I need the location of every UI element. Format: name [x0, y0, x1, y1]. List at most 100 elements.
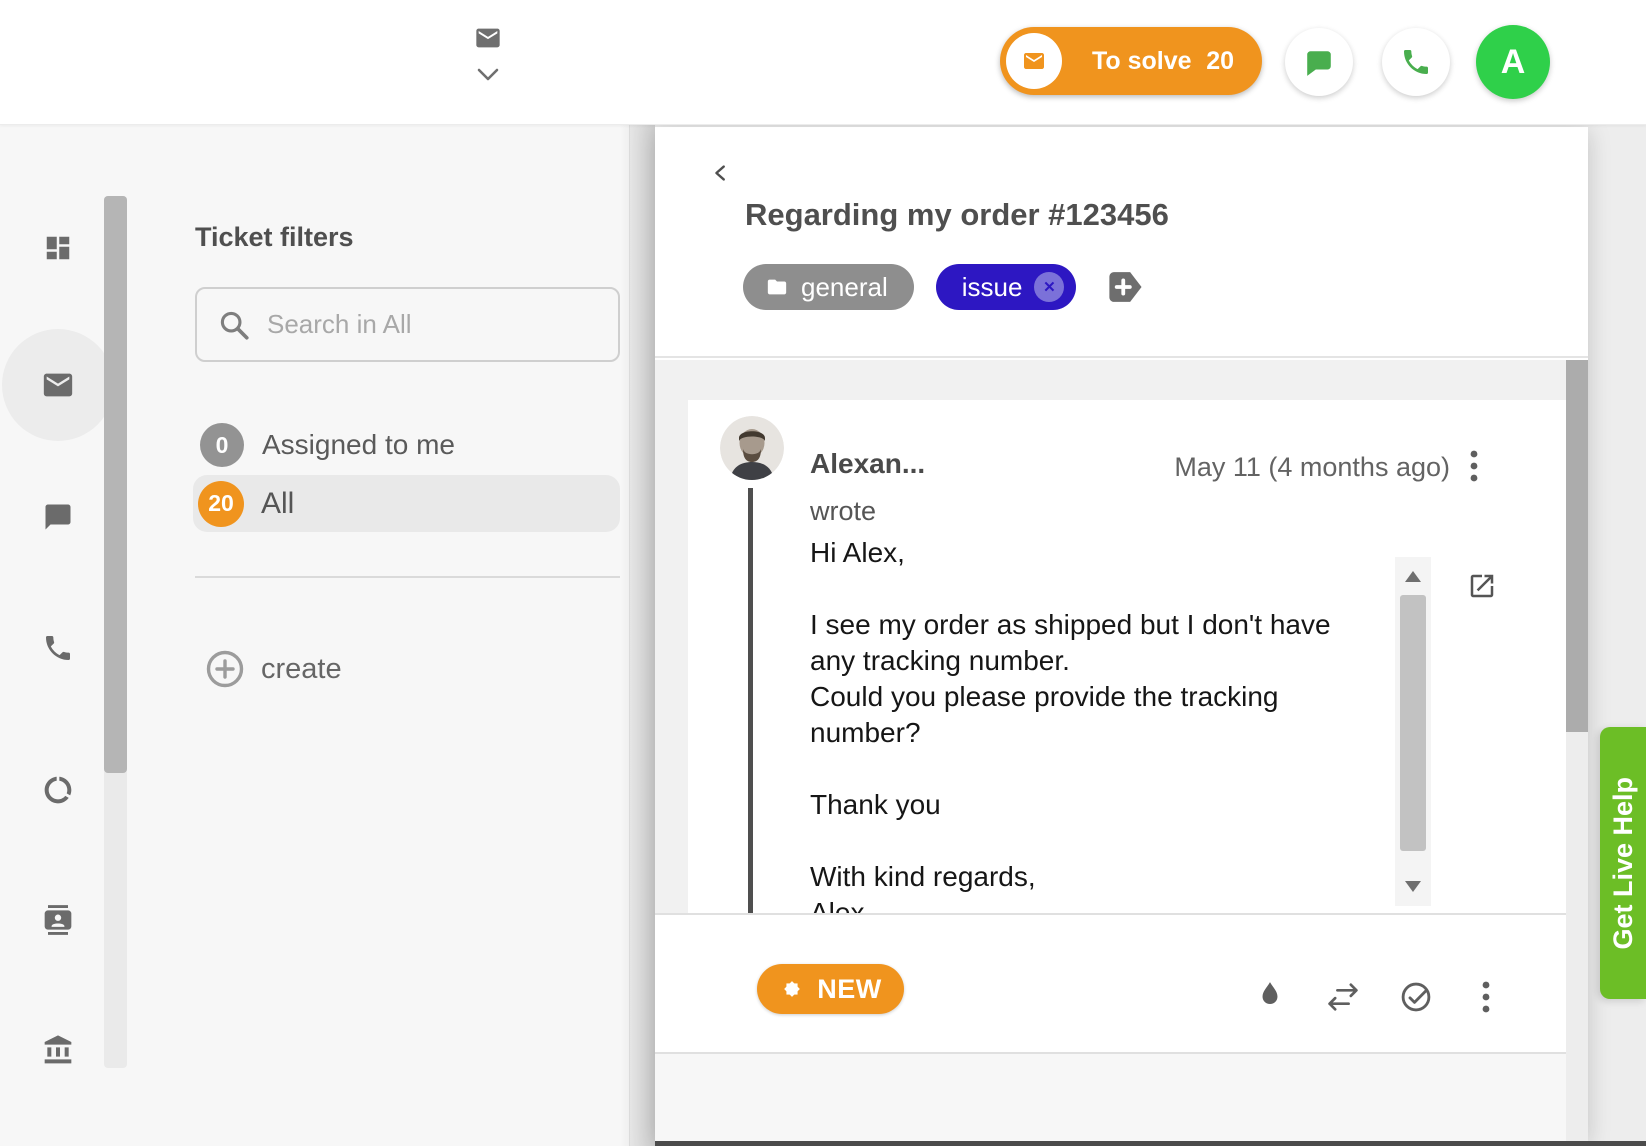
left-panel-scrollbar-thumb[interactable]	[104, 196, 127, 773]
filter-all[interactable]: 20 All	[193, 475, 620, 532]
message-list-area: Alexan... May 11 (4 months ago) wrote Hi…	[655, 360, 1588, 913]
left-panel-scrollbar[interactable]	[104, 196, 127, 1068]
department-tag-label: general	[801, 272, 888, 303]
assigned-count-badge: 0	[200, 423, 244, 467]
to-solve-button[interactable]: To solve 20	[1000, 27, 1262, 95]
search-box	[195, 287, 620, 362]
calls-button[interactable]	[1382, 28, 1450, 96]
tags-row: general issue	[743, 263, 1144, 311]
more-actions-button[interactable]	[1460, 971, 1512, 1023]
sidebar-item-chats[interactable]	[22, 481, 94, 553]
check-circle-icon	[1398, 979, 1434, 1015]
body-line	[810, 751, 1390, 787]
status-seal-icon	[779, 976, 805, 1002]
agent-initial: A	[1501, 43, 1526, 82]
ticket-action-bar: NEW	[655, 913, 1588, 1054]
sidebar-item-dashboard[interactable]	[22, 212, 94, 284]
ticket-scrollbar[interactable]	[1566, 360, 1588, 1141]
sidebar-item-tickets[interactable]	[22, 349, 94, 421]
create-filter-button[interactable]: create	[205, 645, 425, 693]
get-live-help-ribbon[interactable]: Get Live Help	[1600, 727, 1646, 999]
to-solve-label: To solve	[1092, 47, 1192, 76]
phone-icon	[1400, 46, 1432, 78]
chats-button[interactable]	[1285, 28, 1353, 96]
priority-button[interactable]	[1244, 971, 1296, 1023]
left-panel-background	[0, 125, 630, 1146]
message-author: Alexan...	[810, 448, 925, 480]
create-label: create	[261, 653, 342, 686]
to-solve-mail-badge	[1006, 33, 1062, 89]
body-line: Alex	[810, 895, 1390, 913]
to-solve-count: 20	[1206, 47, 1234, 76]
body-line	[810, 823, 1390, 859]
ticket-footer-area	[655, 1054, 1588, 1141]
customer-avatar	[720, 416, 784, 480]
ticket-detail-panel: Regarding my order #123456 general issue	[655, 127, 1588, 1141]
body-line: any tracking number.	[810, 643, 1390, 679]
folder-icon	[765, 276, 789, 298]
all-count-badge: 20	[198, 481, 244, 527]
body-line: Hi Alex,	[810, 535, 1390, 571]
search-icon	[217, 308, 251, 342]
department-tag[interactable]: general	[743, 264, 914, 310]
overlay-shadow	[620, 125, 655, 1146]
filter-label: Assigned to me	[262, 429, 455, 461]
contacts-icon	[42, 904, 74, 936]
top-bar: To solve 20 A	[0, 0, 1646, 125]
search-input[interactable]	[267, 309, 597, 340]
chevron-down-icon	[477, 68, 499, 82]
chat-bubble-icon	[1304, 47, 1334, 77]
filter-label: All	[261, 487, 294, 521]
add-tag-icon	[1105, 266, 1143, 308]
body-line	[810, 571, 1390, 607]
back-button[interactable]	[699, 151, 743, 195]
transfer-button[interactable]	[1317, 971, 1369, 1023]
message-scrollbar[interactable]	[1395, 557, 1431, 906]
ticket-tag[interactable]: issue	[936, 264, 1077, 310]
body-line: Could you please provide the tracking	[810, 679, 1390, 715]
mail-icon	[41, 368, 75, 402]
ticket-filters-title: Ticket filters	[195, 222, 354, 253]
filters-divider	[195, 576, 620, 578]
body-line: Thank you	[810, 787, 1390, 823]
bank-icon	[42, 1034, 74, 1066]
sidebar-item-calls[interactable]	[22, 612, 94, 684]
add-tag-button[interactable]	[1104, 265, 1144, 309]
scroll-down-icon[interactable]	[1405, 881, 1421, 892]
dashboard-icon	[43, 233, 73, 263]
mail-icon	[471, 24, 505, 52]
transfer-arrows-icon	[1324, 982, 1362, 1012]
thread-line	[748, 488, 753, 913]
status-label: NEW	[817, 974, 882, 1005]
sidebar-item-reports[interactable]	[22, 754, 94, 826]
scroll-up-icon[interactable]	[1405, 571, 1421, 582]
body-line: With kind regards,	[810, 859, 1390, 895]
external-link-icon	[1467, 571, 1497, 601]
agent-avatar-button[interactable]: A	[1476, 25, 1550, 99]
filter-assigned-to-me[interactable]: 0 Assigned to me	[195, 421, 620, 469]
ticket-header: Regarding my order #123456 general issue	[655, 127, 1588, 358]
mail-menu-button[interactable]	[462, 18, 514, 110]
ticket-scrollbar-thumb[interactable]	[1566, 360, 1588, 732]
message-scrollbar-thumb[interactable]	[1400, 595, 1426, 851]
app-screen: To solve 20 A	[0, 0, 1646, 1146]
ticket-title: Regarding my order #123456	[745, 197, 1169, 233]
message-card: Alexan... May 11 (4 months ago) wrote Hi…	[688, 400, 1567, 913]
message-menu-button[interactable]	[1450, 442, 1498, 490]
panel-bottom-edge	[655, 1141, 1646, 1146]
kebab-menu-icon	[1482, 980, 1490, 1014]
avatar-portrait	[720, 416, 784, 480]
open-in-new-button[interactable]	[1460, 564, 1504, 608]
chat-icon	[43, 502, 73, 532]
sidebar-item-company[interactable]	[22, 1014, 94, 1086]
remove-tag-icon[interactable]	[1034, 272, 1064, 302]
phone-icon	[42, 632, 74, 664]
flame-icon	[1257, 981, 1283, 1013]
kebab-menu-icon	[1470, 449, 1478, 483]
resolve-button[interactable]	[1390, 971, 1442, 1023]
body-line: I see my order as shipped but I don't ha…	[810, 607, 1390, 643]
status-badge[interactable]: NEW	[757, 964, 904, 1014]
sidebar-item-contacts[interactable]	[22, 884, 94, 956]
message-date: May 11 (4 months ago)	[1174, 452, 1450, 483]
body-line: number?	[810, 715, 1390, 751]
